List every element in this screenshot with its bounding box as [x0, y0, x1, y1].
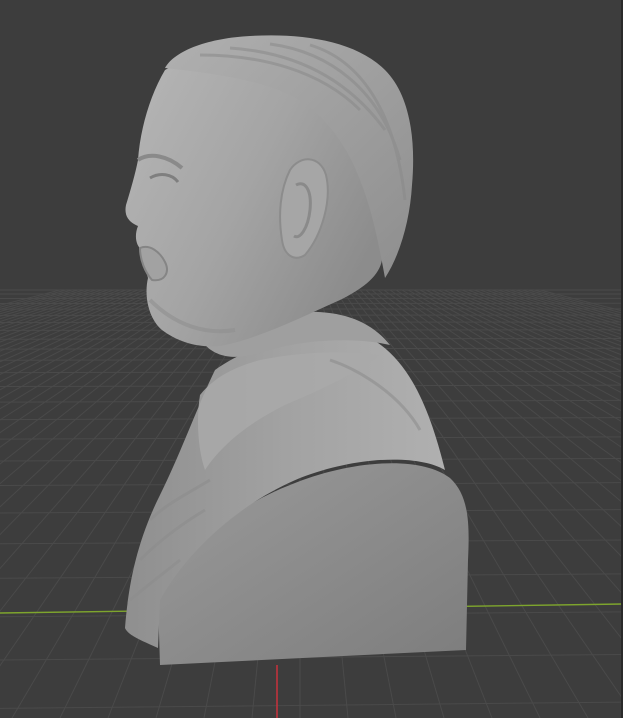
3d-viewport[interactable]: [0, 0, 623, 718]
viewport-canvas[interactable]: [0, 0, 623, 718]
